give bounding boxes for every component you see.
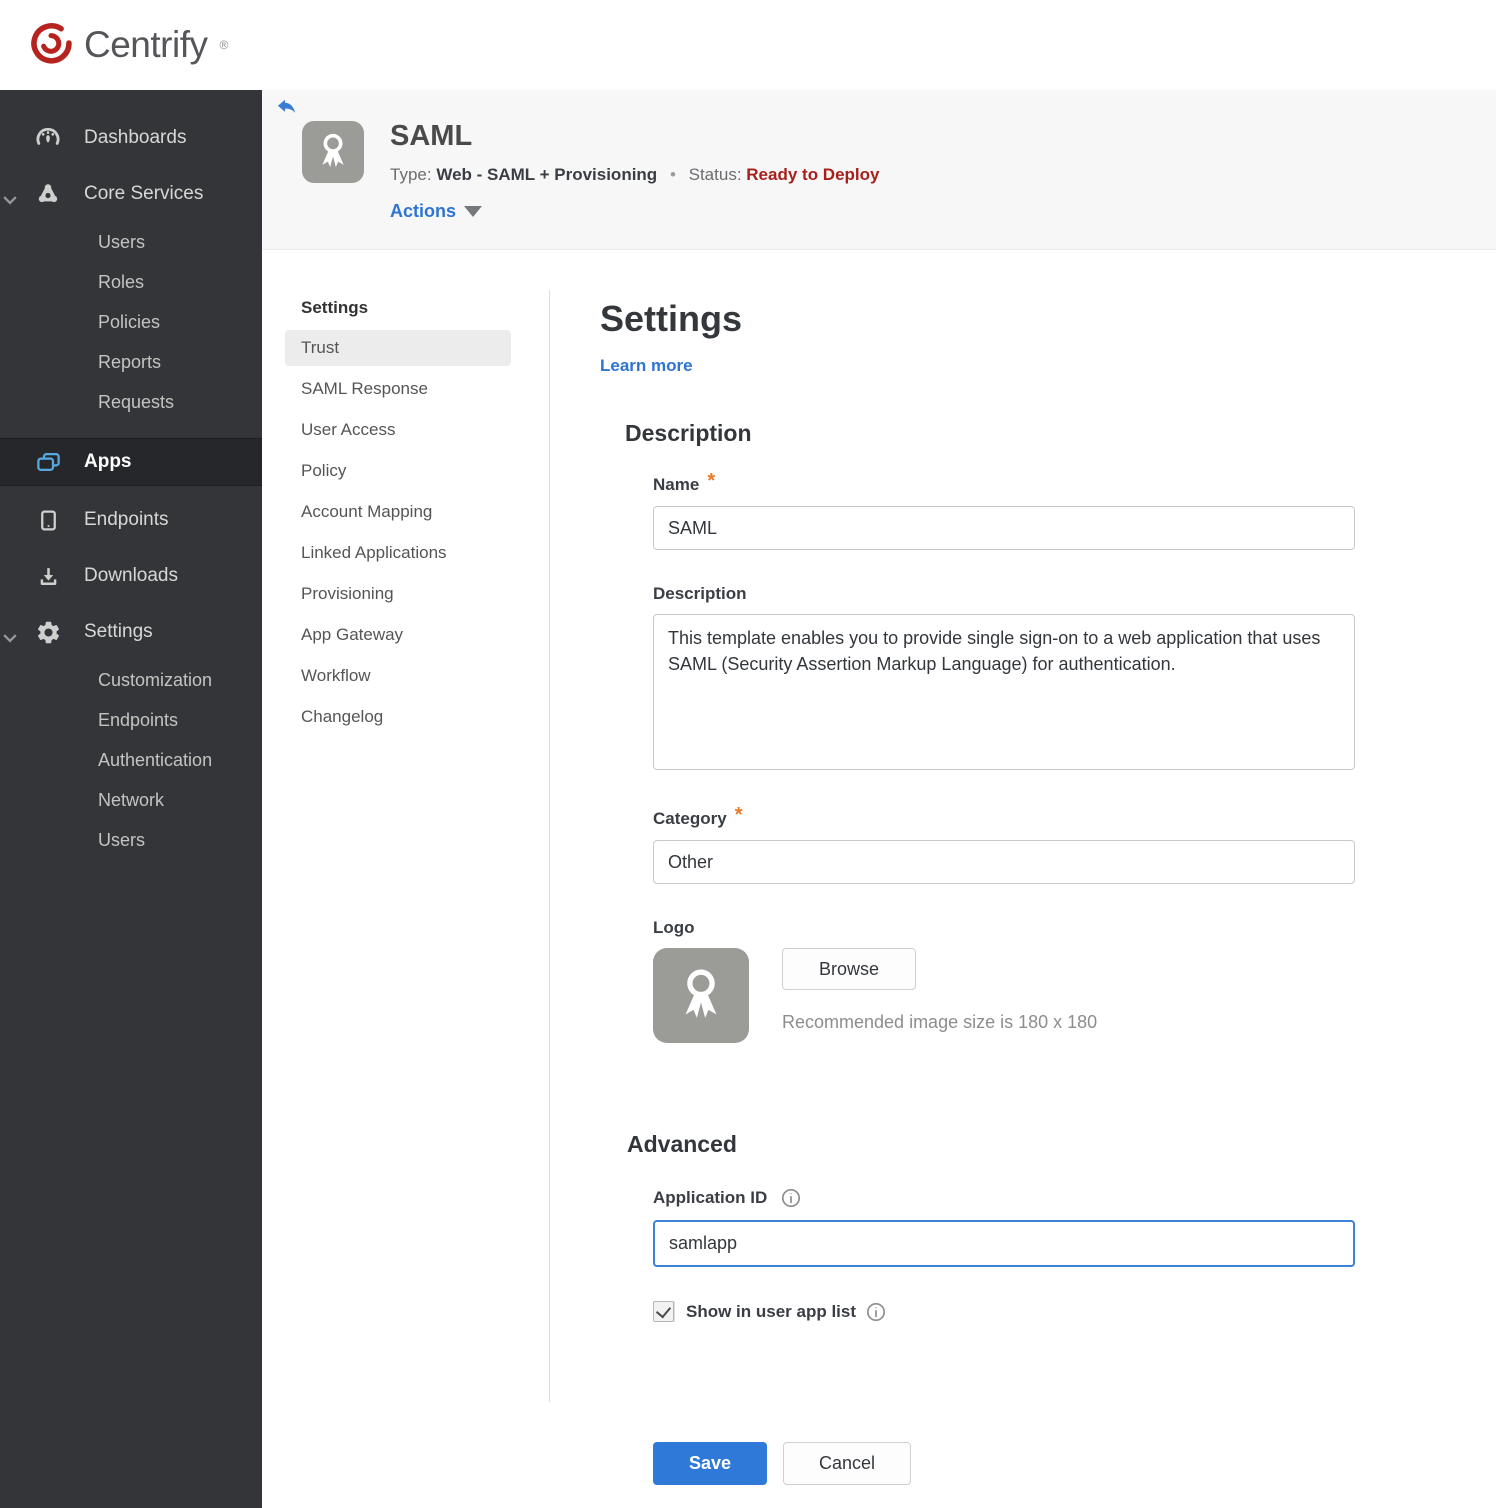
cancel-button[interactable]: Cancel — [783, 1442, 911, 1485]
required-asterisk: * — [734, 804, 743, 826]
subnav-heading: Settings — [301, 298, 369, 317]
award-ribbon-icon — [313, 128, 353, 177]
show-in-app-list-label: Show in user app list — [686, 1302, 886, 1322]
chevron-down-icon — [3, 627, 17, 643]
sidebar-item-core-services[interactable]: Core Services — [0, 166, 262, 222]
subnav-item-trust[interactable]: Trust — [285, 330, 511, 366]
sidebar-item-label: Downloads — [84, 565, 178, 586]
subnav-item-changelog[interactable]: Changelog — [285, 699, 511, 735]
gear-icon — [34, 618, 62, 646]
sidebar-item-label: Endpoints — [84, 509, 169, 530]
sidebar-item-endpoints-settings[interactable]: Endpoints — [0, 700, 262, 740]
sidebar-item-label: Dashboards — [84, 127, 187, 148]
sidebar-item-customization[interactable]: Customization — [0, 660, 262, 700]
back-arrow-icon[interactable] — [275, 97, 297, 119]
subnav-item-saml-response[interactable]: SAML Response — [285, 371, 511, 407]
content-area: Settings Trust SAML Response User Access… — [262, 250, 1496, 1508]
type-label: Type: — [390, 164, 432, 184]
show-in-app-list-checkbox[interactable] — [653, 1301, 674, 1322]
download-icon — [34, 562, 62, 590]
browse-button[interactable]: Browse — [782, 948, 916, 990]
centrify-swirl-icon — [28, 20, 74, 71]
description-label: Description — [653, 584, 747, 603]
subnav-item-user-access[interactable]: User Access — [285, 412, 511, 448]
advanced-section-heading: Advanced — [627, 1131, 737, 1157]
meta-separator: • — [669, 164, 676, 184]
caret-down-icon — [464, 205, 483, 217]
subnav-item-workflow[interactable]: Workflow — [285, 658, 511, 694]
device-icon — [34, 506, 62, 534]
sidebar-item-label: Core Services — [84, 183, 204, 204]
logo-preview — [653, 948, 749, 1043]
sidebar-item-dashboards[interactable]: Dashboards — [0, 110, 262, 166]
sidebar: Dashboards Core Services Users Roles Pol… — [0, 90, 262, 1508]
app-logo-badge — [302, 121, 364, 183]
brand-trademark: ® — [219, 38, 229, 52]
name-input[interactable] — [653, 506, 1355, 550]
info-icon[interactable] — [866, 1302, 886, 1322]
sidebar-item-network[interactable]: Network — [0, 780, 262, 820]
learn-more-link[interactable]: Learn more — [600, 356, 693, 376]
vertical-divider — [549, 290, 550, 1402]
gauge-icon — [34, 124, 62, 152]
apps-icon — [34, 448, 62, 476]
sidebar-item-apps[interactable]: Apps — [0, 438, 262, 486]
sidebar-item-requests[interactable]: Requests — [0, 382, 262, 422]
brand-name: Centrify — [84, 24, 208, 65]
logo-label: Logo — [653, 918, 695, 937]
description-section-heading: Description — [625, 420, 752, 446]
application-id-input[interactable] — [653, 1220, 1355, 1267]
sidebar-item-settings[interactable]: Settings — [0, 604, 262, 660]
sidebar-item-users[interactable]: Users — [0, 222, 262, 262]
sidebar-item-label: Apps — [84, 451, 132, 472]
top-bar: Centrify ® — [0, 0, 1496, 90]
sidebar-item-policies[interactable]: Policies — [0, 302, 262, 342]
status-value: Ready to Deploy — [746, 164, 880, 184]
subnav-item-policy[interactable]: Policy — [285, 453, 511, 489]
sidebar-item-endpoints[interactable]: Endpoints — [0, 492, 262, 548]
subnav-item-app-gateway[interactable]: App Gateway — [285, 617, 511, 653]
sidebar-item-users-settings[interactable]: Users — [0, 820, 262, 860]
save-button[interactable]: Save — [653, 1442, 767, 1485]
core-services-icon — [34, 180, 62, 208]
actions-dropdown[interactable]: Actions — [390, 201, 879, 222]
chevron-down-icon — [3, 189, 17, 205]
app-title: SAML — [390, 120, 473, 152]
category-input[interactable] — [653, 840, 1355, 884]
sidebar-item-reports[interactable]: Reports — [0, 342, 262, 382]
app-header: SAML Type: Web - SAML + Provisioning • S… — [262, 90, 1496, 250]
subnav-item-linked-applications[interactable]: Linked Applications — [285, 535, 511, 571]
name-label-row: Name * — [653, 470, 1370, 496]
brand-logo: Centrify ® — [28, 20, 228, 71]
page-title: Settings — [600, 298, 743, 339]
application-id-label-row: Application ID — [653, 1188, 1370, 1208]
logo-size-hint: Recommended image size is 180 x 180 — [782, 1012, 1098, 1032]
description-textarea[interactable]: This template enables you to provide sin… — [653, 614, 1355, 770]
subnav-item-provisioning[interactable]: Provisioning — [285, 576, 511, 612]
sidebar-item-roles[interactable]: Roles — [0, 262, 262, 302]
award-ribbon-icon — [672, 961, 730, 1030]
category-label: Category — [653, 808, 727, 828]
sidebar-item-label: Settings — [84, 621, 153, 642]
name-label: Name — [653, 474, 700, 494]
required-asterisk: * — [707, 470, 716, 492]
app-meta: Type: Web - SAML + Provisioning • Status… — [390, 165, 879, 185]
actions-label: Actions — [390, 200, 457, 221]
application-id-label: Application ID — [653, 1188, 768, 1207]
category-label-row: Category * — [653, 804, 1370, 830]
sidebar-item-downloads[interactable]: Downloads — [0, 548, 262, 604]
subnav-item-account-mapping[interactable]: Account Mapping — [285, 494, 511, 530]
sidebar-item-authentication[interactable]: Authentication — [0, 740, 262, 780]
info-icon[interactable] — [781, 1188, 801, 1208]
settings-subnav: Settings Trust SAML Response User Access… — [285, 290, 511, 740]
type-value: Web - SAML + Provisioning — [436, 164, 658, 184]
status-label: Status: — [688, 164, 742, 184]
settings-form: Settings Learn more Description Name * D… — [600, 250, 1370, 1485]
